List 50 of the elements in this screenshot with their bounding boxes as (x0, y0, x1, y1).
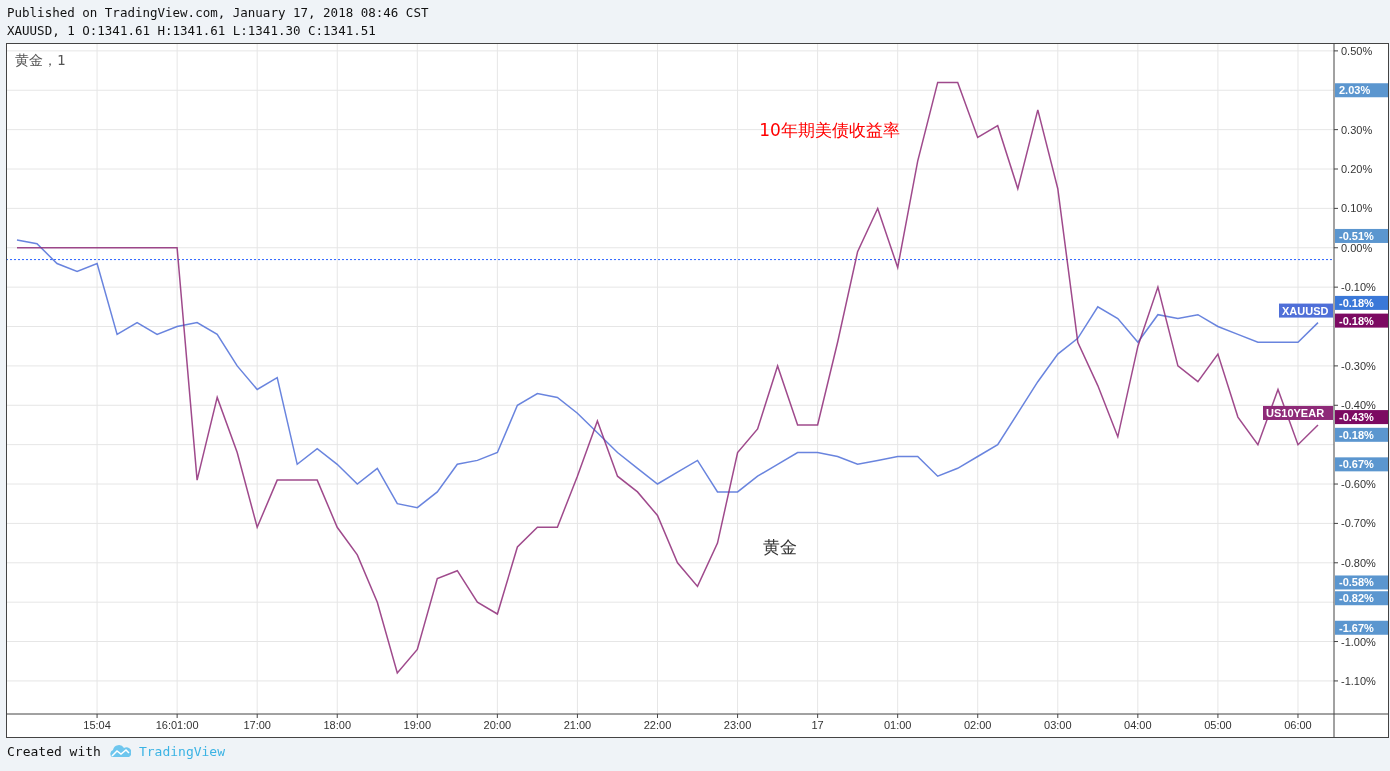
y-axis-label: 0.50% (1341, 44, 1373, 57)
x-axis-label: 20:00 (483, 719, 512, 731)
x-axis-label: 18:00 (323, 719, 351, 731)
x-axis-label: 03:00 (1044, 719, 1072, 731)
x-axis-label: 01:00 (883, 719, 912, 731)
x-axis-label: 02:00 (963, 719, 992, 731)
y-axis-label: -0.30% (1341, 359, 1376, 372)
x-axis-label: 17 (811, 719, 824, 731)
x-axis-label: 21:00 (563, 719, 592, 731)
x-axis-label: 22:00 (643, 719, 672, 731)
price-badge: 2.03% (1335, 83, 1388, 98)
x-axis-label: 17:00 (243, 719, 271, 731)
x-axis-label: 06:00 (1284, 719, 1312, 731)
footer-text: Created with (7, 744, 101, 759)
x-axis-label: 05:00 (1204, 719, 1232, 731)
price-badge: -0.58% (1335, 575, 1388, 590)
y-axis-label: 0.30% (1341, 123, 1373, 136)
cloud-logo-icon (108, 745, 131, 758)
y-axis-label: 0.00% (1341, 241, 1373, 254)
series-badge: XAUUSD (1279, 303, 1333, 318)
price-badge: -0.18% (1335, 427, 1388, 442)
tradingview-link[interactable]: TradingView (138, 744, 225, 759)
chart-label: 10年期美债收益率 (759, 119, 900, 140)
publish-info: Published on TradingView.com, January 17, 2018 08:46 CST (7, 4, 430, 22)
x-axis-label: 15:04 (83, 719, 111, 731)
chart-label: 黄金 (762, 537, 797, 558)
y-axis-label: -1.10% (1341, 674, 1376, 687)
ohlc-info: XAUUSD, 1 O:1341.61 H:1341.61 L:1341.30 C:1341.51 (7, 22, 377, 40)
y-axis-label: -1.00% (1341, 635, 1376, 648)
price-badge: -0.67% (1335, 457, 1388, 472)
y-axis-label: -0.60% (1341, 478, 1376, 491)
y-axis-label: -0.80% (1341, 556, 1376, 569)
y-axis-label: 0.20% (1341, 163, 1373, 175)
series-label: US10YEAR (1266, 406, 1325, 419)
y-axis-label: -0.70% (1341, 517, 1376, 530)
price-badge: -0.82% (1335, 591, 1388, 606)
x-axis-label: 23:00 (723, 719, 752, 731)
y-axis-label: -0.10% (1341, 281, 1376, 294)
price-badge: -0.43% (1335, 410, 1388, 425)
price-badge: -0.18% (1335, 295, 1388, 310)
price-badge: -0.51% (1335, 228, 1388, 243)
x-axis-label: 16:01:00 (155, 719, 199, 731)
price-badge: -1.67% (1335, 620, 1388, 635)
x-axis-label: 19:00 (403, 719, 432, 731)
series-label: XAUUSD (1282, 304, 1329, 317)
price-badge: -0.18% (1335, 313, 1388, 328)
chart-legend: 黄金，1 (15, 52, 66, 70)
x-axis-label: 04:00 (1124, 719, 1152, 731)
y-axis-label: -0.40% (1341, 399, 1376, 412)
y-axis-label: 0.10% (1341, 202, 1373, 215)
